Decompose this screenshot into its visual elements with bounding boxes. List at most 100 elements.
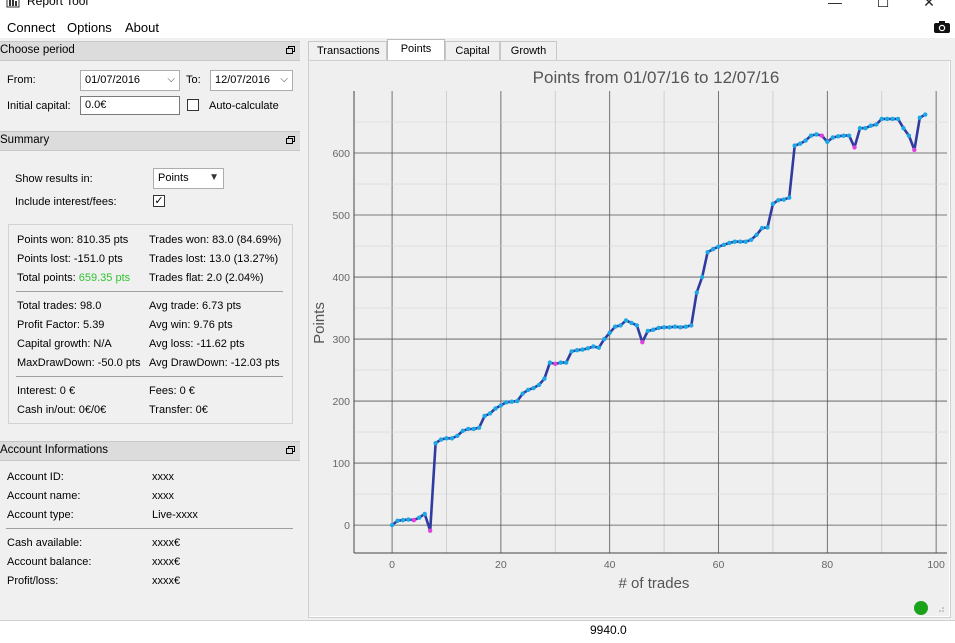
win-point (879, 116, 884, 122)
auto-calculate-checkbox[interactable] (187, 99, 199, 111)
period-panel-header: Choose period (0, 41, 300, 61)
win-point (841, 133, 846, 138)
win-point (835, 134, 841, 139)
win-point (846, 133, 852, 138)
y-tick-label: 100 (332, 458, 350, 470)
checkmark-icon: ✓ (154, 195, 164, 207)
account-panel-header: Account Informations (0, 441, 300, 461)
win-point (596, 345, 602, 350)
initial-capital-input[interactable]: 0.0€ (80, 96, 180, 115)
win-point (645, 328, 650, 334)
win-point (515, 398, 520, 404)
win-point (754, 232, 759, 238)
x-tick-label: 60 (713, 559, 725, 571)
initial-capital-label: Initial capital: (7, 100, 71, 112)
y-axis-label: Points (311, 302, 328, 344)
show-results-value: Points (158, 172, 189, 184)
to-date-picker[interactable]: 12/07/2016 ⌵ (210, 70, 293, 91)
undock-icon[interactable] (286, 446, 295, 454)
menu-about[interactable]: About (125, 20, 159, 35)
menu-connect[interactable]: Connect (7, 20, 55, 35)
win-point (389, 522, 395, 528)
menu-options[interactable]: Options (67, 20, 112, 35)
avg-loss: Avg loss: -11.62 pts (149, 338, 245, 350)
tab-transactions[interactable]: Transactions (308, 41, 387, 60)
win-point (895, 116, 901, 122)
win-point (482, 413, 487, 419)
account-balance-label: Account balance: (7, 556, 92, 568)
camera-icon[interactable] (933, 20, 951, 34)
x-tick-label: 40 (604, 559, 616, 571)
chevron-down-icon: ⌵ (280, 74, 288, 85)
tab-growth[interactable]: Growth (500, 41, 557, 60)
win-point (422, 511, 427, 517)
trades-flat: Trades flat: 2.0 (2.04%) (149, 272, 264, 284)
undock-icon[interactable] (286, 136, 295, 144)
win-point (455, 433, 460, 438)
account-name-label: Account name: (7, 490, 81, 502)
win-point (460, 428, 466, 434)
tab-capital[interactable]: Capital (445, 41, 500, 60)
win-point (738, 239, 743, 244)
points-won: Points won: 810.35 pts (17, 234, 129, 246)
profit-loss-value: xxxx€ (152, 575, 181, 587)
account-type-label: Account type: (7, 509, 74, 521)
win-point (476, 425, 482, 430)
tab-points[interactable]: Points (387, 39, 445, 61)
win-point (563, 360, 569, 365)
total-points-value: 659.35 pts (78, 272, 131, 284)
win-point (923, 112, 928, 117)
win-point (672, 324, 678, 329)
include-interest-label: Include interest/fees: (15, 196, 117, 208)
y-tick-label: 300 (332, 334, 350, 346)
from-date-picker[interactable]: 01/07/2016 ⌵ (80, 70, 180, 91)
account-panel-title: Account Informations (0, 444, 109, 456)
win-point (689, 323, 694, 328)
win-point (629, 320, 634, 326)
show-results-label: Show results in: (15, 173, 93, 185)
transfer: Transfer: 0€ (149, 404, 208, 416)
undock-icon[interactable] (286, 46, 295, 54)
win-point (520, 391, 525, 396)
account-name-value: xxxx (152, 490, 174, 502)
x-tick-label: 0 (389, 559, 395, 571)
cash-in-out: Cash in/out: 0€/0€ (17, 404, 107, 416)
win-point (830, 135, 835, 140)
minimize-button[interactable]: — (815, 0, 855, 12)
win-point (558, 360, 563, 365)
auto-calculate-label: Auto-calculate (209, 100, 279, 112)
loss-point (411, 517, 417, 523)
avg-trade: Avg trade: 6.73 pts (149, 300, 242, 312)
loss-point (553, 361, 558, 367)
win-point (438, 437, 444, 442)
win-point (678, 325, 683, 330)
show-results-select[interactable]: Points ▼ (153, 168, 224, 189)
win-point (814, 132, 819, 137)
include-interest-checkbox[interactable]: ✓ (153, 195, 165, 207)
close-button[interactable]: ✕ (909, 0, 949, 12)
fees: Fees: 0 € (149, 385, 195, 397)
win-point (721, 242, 727, 247)
win-point (466, 426, 471, 432)
total-trades: Total trades: 98.0 (17, 300, 102, 312)
win-point (531, 385, 536, 391)
capital-growth: Capital growth: N/A (17, 338, 112, 350)
x-tick-label: 20 (495, 559, 507, 571)
win-point (449, 436, 455, 441)
win-point (748, 237, 754, 243)
win-point (699, 274, 705, 280)
summary-panel-header: Summary (0, 131, 300, 151)
win-point (694, 290, 699, 295)
win-point (776, 197, 781, 203)
win-point (417, 515, 422, 520)
win-point (585, 346, 591, 351)
win-point (618, 323, 623, 328)
maximize-button[interactable]: ☐ (863, 0, 903, 12)
period-panel-title: Choose period (0, 44, 75, 56)
window-title: Report Tool (27, 0, 89, 8)
cash-available-value: xxxx€ (152, 537, 181, 549)
account-balance-value: xxxx€ (152, 556, 181, 568)
win-point (591, 344, 596, 349)
y-tick-label: 600 (332, 148, 350, 160)
win-point (857, 126, 863, 131)
